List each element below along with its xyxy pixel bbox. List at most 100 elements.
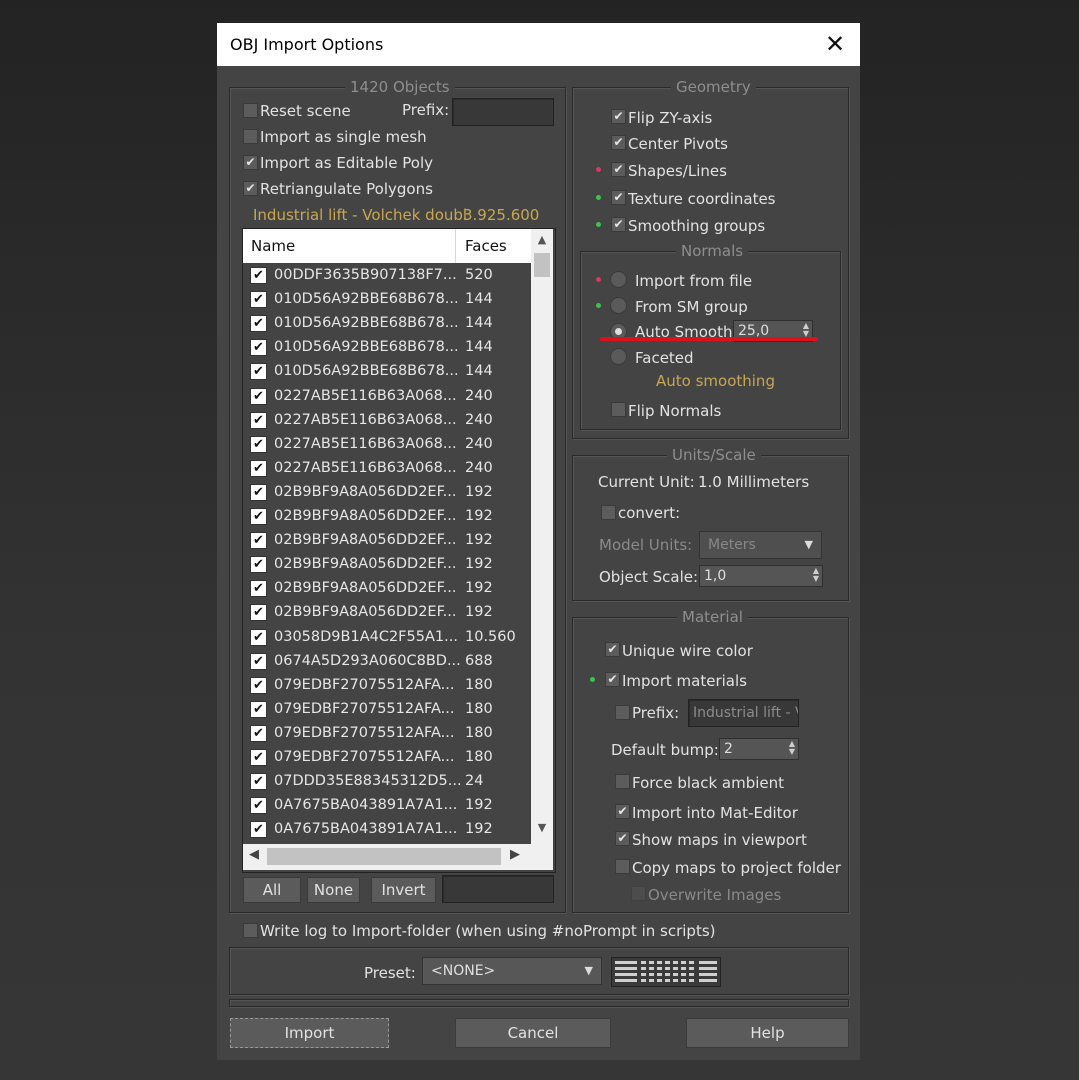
preset-dropdown[interactable]: <NONE> ▼: [422, 957, 602, 985]
table-row[interactable]: ✔ 07DDD35E88345312D5... 24: [243, 770, 531, 794]
import-materials-checkbox[interactable]: ✔: [605, 672, 620, 687]
texture-coords-checkbox[interactable]: ✔: [611, 190, 626, 205]
vertical-scrollbar[interactable]: ▲ ▼: [531, 229, 553, 844]
reset-scene-checkbox[interactable]: [243, 103, 258, 118]
smoothing-groups-checkbox[interactable]: ✔: [611, 217, 626, 232]
scroll-right-icon[interactable]: ▶: [510, 847, 520, 862]
row-checkbox[interactable]: ✔: [250, 483, 267, 501]
invert-selection-button[interactable]: Invert: [371, 877, 436, 903]
table-row[interactable]: ✔ 02B9BF9A8A056DD2EF... 192: [243, 505, 531, 529]
table-row[interactable]: ✔ 0A7675BA043891A7A1... 192: [243, 794, 531, 818]
table-row[interactable]: ✔ 02B9BF9A8A056DD2EF... 192: [243, 529, 531, 553]
row-checkbox[interactable]: ✔: [250, 604, 267, 622]
material-prefix-checkbox[interactable]: [615, 705, 630, 720]
scroll-left-icon[interactable]: ◀: [249, 847, 259, 862]
table-row[interactable]: ✔ 03058D9B1A4C2F55A1... 10.560: [243, 626, 531, 650]
row-checkbox[interactable]: ✔: [250, 821, 267, 839]
object-scale-spinner[interactable]: 1,0 ▲ ▼: [699, 565, 823, 587]
table-row[interactable]: ✔ 0674A5D293A060C8BD... 688: [243, 650, 531, 674]
column-faces[interactable]: Faces: [465, 237, 507, 255]
unique-wire-checkbox[interactable]: ✔: [605, 642, 620, 657]
vertical-scroll-thumb[interactable]: [534, 253, 550, 277]
table-row[interactable]: ✔ 079EDBF27075512AFA... 180: [243, 698, 531, 722]
from-sm-group-radio[interactable]: [610, 297, 627, 314]
import-button[interactable]: Import: [230, 1018, 389, 1048]
row-checkbox[interactable]: ✔: [250, 339, 267, 357]
center-pivots-checkbox[interactable]: ✔: [611, 135, 626, 150]
row-checkbox[interactable]: ✔: [250, 628, 267, 646]
show-maps-checkbox[interactable]: ✔: [615, 831, 630, 846]
material-prefix-input[interactable]: Industrial lift - V: [688, 699, 799, 727]
row-checkbox[interactable]: ✔: [250, 749, 267, 766]
faceted-radio[interactable]: [610, 348, 627, 365]
spinner-arrows-icon[interactable]: ▲ ▼: [803, 322, 809, 338]
row-checkbox[interactable]: ✔: [250, 411, 267, 429]
write-log-checkbox[interactable]: [243, 923, 258, 938]
table-row[interactable]: ✔ 010D56A92BBE68B678... 144: [243, 360, 531, 384]
table-row[interactable]: ✔ 079EDBF27075512AFA... 180: [243, 746, 531, 770]
row-checkbox[interactable]: ✔: [250, 580, 267, 598]
title-bar[interactable]: OBJ Import Options ✕: [217, 23, 860, 66]
row-checkbox[interactable]: ✔: [250, 556, 267, 574]
row-checkbox[interactable]: ✔: [250, 773, 267, 791]
force-black-checkbox[interactable]: [615, 774, 630, 789]
shapes-lines-checkbox[interactable]: ✔: [611, 162, 626, 177]
scroll-down-icon[interactable]: ▼: [531, 821, 553, 834]
scroll-up-icon[interactable]: ▲: [531, 233, 553, 246]
table-row[interactable]: ✔ 0227AB5E116B63A068... 240: [243, 385, 531, 409]
row-checkbox[interactable]: ✔: [250, 459, 267, 477]
row-checkbox[interactable]: ✔: [250, 700, 267, 718]
table-row[interactable]: ✔ 010D56A92BBE68B678... 144: [243, 288, 531, 312]
row-checkbox[interactable]: ✔: [250, 652, 267, 670]
filter-input[interactable]: [442, 875, 554, 903]
object-scale-arrows-icon[interactable]: ▲ ▼: [813, 567, 819, 583]
row-checkbox[interactable]: ✔: [250, 676, 267, 694]
table-row[interactable]: ✔ 0227AB5E116B63A068... 240: [243, 433, 531, 457]
row-checkbox[interactable]: ✔: [250, 291, 267, 309]
flip-zy-checkbox[interactable]: ✔: [611, 109, 626, 124]
copy-maps-checkbox[interactable]: [615, 859, 630, 874]
flip-normals-checkbox[interactable]: [611, 402, 626, 417]
close-icon[interactable]: ✕: [820, 29, 850, 59]
retriangulate-checkbox[interactable]: ✔: [243, 181, 258, 196]
overwrite-images-checkbox[interactable]: [631, 886, 646, 901]
default-bump-spinner[interactable]: 2 ▲ ▼: [719, 738, 799, 760]
horizontal-scrollbar[interactable]: ◀ ▶: [243, 844, 553, 870]
table-row[interactable]: ✔ 02B9BF9A8A056DD2EF... 192: [243, 481, 531, 505]
model-units-dropdown[interactable]: Meters ▼: [699, 531, 822, 559]
convert-checkbox[interactable]: [601, 505, 616, 520]
select-all-button[interactable]: All: [243, 877, 301, 903]
table-row[interactable]: ✔ 02B9BF9A8A056DD2EF... 192: [243, 577, 531, 601]
table-row[interactable]: ✔ 079EDBF27075512AFA... 180: [243, 674, 531, 698]
preset-grid-icon[interactable]: [611, 957, 721, 987]
table-row[interactable]: ✔ 010D56A92BBE68B678... 144: [243, 336, 531, 360]
table-row[interactable]: ✔ 0A7675BA043891A7A1... 192: [243, 818, 531, 842]
row-checkbox[interactable]: ✔: [250, 724, 267, 742]
table-row[interactable]: ✔ 079EDBF27075512AFA... 180: [243, 722, 531, 746]
row-checkbox[interactable]: ✔: [250, 797, 267, 815]
table-row[interactable]: ✔ 00DDF3635B907138F7... 520: [243, 264, 531, 288]
row-checkbox[interactable]: ✔: [250, 363, 267, 381]
table-row[interactable]: ✔ 02B9BF9A8A056DD2EF... 192: [243, 553, 531, 577]
cancel-button[interactable]: Cancel: [455, 1018, 611, 1048]
row-checkbox[interactable]: ✔: [250, 267, 267, 284]
row-checkbox[interactable]: ✔: [250, 508, 267, 525]
table-row[interactable]: ✔ 0227AB5E116B63A068... 240: [243, 409, 531, 433]
editable-poly-checkbox[interactable]: ✔: [243, 155, 258, 170]
select-none-button[interactable]: None: [307, 877, 360, 903]
row-checkbox[interactable]: ✔: [250, 387, 267, 405]
default-bump-arrows-icon[interactable]: ▲ ▼: [789, 740, 795, 756]
help-button[interactable]: Help: [686, 1018, 849, 1048]
horizontal-scroll-thumb[interactable]: [267, 848, 501, 865]
object-list[interactable]: Name Faces ✔ 00DDF3635B907138F7... 520 ✔ 010…: [242, 228, 556, 873]
table-row[interactable]: ✔ 0227AB5E116B63A068... 240: [243, 457, 531, 481]
import-from-file-radio[interactable]: [610, 271, 627, 288]
row-checkbox[interactable]: ✔: [250, 532, 267, 550]
table-row[interactable]: ✔ 02B9BF9A8A056DD2EF... 192: [243, 601, 531, 625]
row-checkbox[interactable]: ✔: [250, 315, 267, 333]
row-checkbox[interactable]: ✔: [250, 435, 267, 453]
column-name[interactable]: Name: [251, 237, 295, 255]
prefix-input[interactable]: [452, 98, 554, 126]
table-row[interactable]: ✔ 010D56A92BBE68B678... 144: [243, 312, 531, 336]
mat-editor-checkbox[interactable]: ✔: [615, 804, 630, 819]
